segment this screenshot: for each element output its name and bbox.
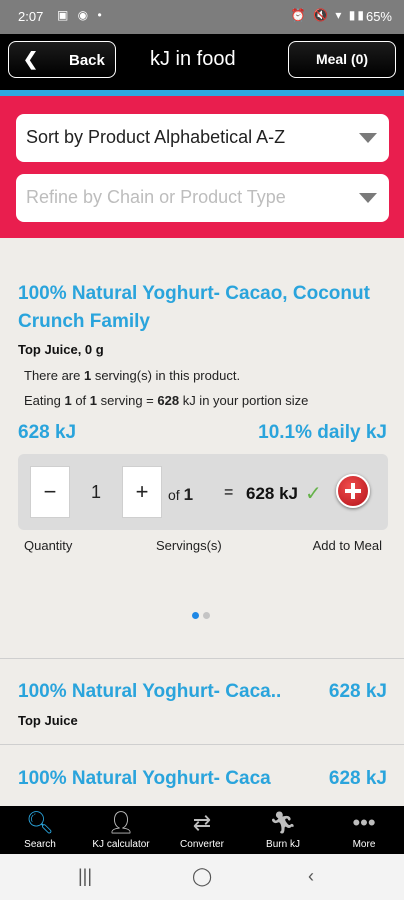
tab-label: Converter	[180, 839, 224, 850]
swap-icon: ⇄	[192, 810, 212, 835]
list-item-brand: Top Juice	[18, 713, 78, 728]
quantity-caption: Quantity	[24, 538, 73, 553]
of-value: 1	[183, 485, 194, 504]
recent-apps-icon[interactable]: |||	[78, 866, 92, 887]
tab-label: KJ calculator	[92, 839, 150, 850]
divider	[0, 744, 404, 745]
runner-icon: 🏃︎	[269, 810, 297, 835]
filter-panel: Sort by Product Alphabetical A-Z Refine …	[0, 96, 404, 238]
tab-burn-kj[interactable]: 🏃︎ Burn kJ	[243, 806, 323, 854]
tab-search[interactable]: 🔍︎ Search	[0, 806, 80, 854]
servings-total: of 1	[168, 485, 193, 505]
portion-info: Eating 1 of 1 serving = 628 kJ in your p…	[24, 393, 309, 408]
sort-value: Sort by Product Alphabetical A-Z	[26, 127, 286, 147]
signal-icons: ⏰ 🔇 ▾ ▮▮	[290, 8, 366, 22]
more-icon: •••	[352, 810, 376, 835]
decrement-button[interactable]: −	[30, 466, 70, 518]
add-to-meal-button[interactable]	[336, 474, 370, 508]
quantity-panel: − 1 + of 1 = 628 kJ ✓	[18, 454, 388, 530]
sort-dropdown[interactable]: Sort by Product Alphabetical A-Z	[16, 114, 389, 162]
dropdown-arrow-icon	[359, 133, 377, 143]
tab-label: Search	[24, 839, 56, 850]
product-title[interactable]: 100% Natural Yoghurt- Cacao, Coconut Cru…	[18, 280, 388, 336]
daily-percent: 10.1% daily kJ	[258, 422, 387, 443]
page-dot	[203, 612, 210, 619]
back-button[interactable]: ❮ Back	[8, 41, 116, 78]
back-label: Back	[69, 52, 105, 69]
refine-placeholder: Refine by Chain or Product Type	[26, 187, 286, 207]
checkmark-icon: ✓	[305, 483, 322, 505]
quantity-value[interactable]: 1	[70, 466, 122, 518]
list-item-title[interactable]: 100% Natural Yoghurt- Caca..	[18, 681, 281, 703]
app-header: ❮ Back kJ in food Meal (0)	[0, 34, 404, 96]
of-label: of	[168, 487, 180, 503]
list-item-title[interactable]: 100% Natural Yoghurt- Caca	[18, 768, 271, 790]
page-title: kJ in food	[150, 48, 236, 70]
status-time: 2:07	[18, 9, 44, 24]
tab-label: More	[352, 839, 376, 850]
tab-label: Burn kJ	[266, 839, 300, 850]
page-dot-active	[192, 612, 199, 619]
bottom-tab-bar: 🔍︎ Search 👤︎ KJ calculator ⇄ Converter 🏃…	[0, 806, 404, 854]
divider	[0, 658, 404, 659]
meal-button[interactable]: Meal (0)	[288, 41, 396, 78]
battery-level: 65%	[365, 9, 392, 24]
home-icon[interactable]: ◯	[192, 866, 212, 887]
equals-sign: =	[224, 484, 234, 501]
list-item-kj: 628 kJ	[328, 681, 387, 702]
dropdown-arrow-icon	[359, 193, 377, 203]
servings-caption: Servings(s)	[156, 538, 222, 553]
tab-more[interactable]: ••• More	[324, 806, 404, 854]
product-kj: 628 kJ	[18, 422, 77, 443]
status-bar: 2:07 ▣ ◉ • ⏰ 🔇 ▾ ▮▮ 65%	[0, 0, 404, 34]
system-nav-bar: ||| ◯ ‹	[0, 854, 404, 900]
person-icon: 👤︎	[107, 810, 135, 835]
search-icon: 🔍︎	[26, 810, 54, 835]
tab-converter[interactable]: ⇄ Converter	[162, 806, 242, 854]
servings-info: There are 1 serving(s) in this product.	[24, 368, 241, 383]
notification-icons: ▣ ◉ •	[57, 8, 105, 22]
page-indicator	[192, 606, 214, 624]
total-kj: 628 kJ	[246, 484, 298, 503]
product-brand: Top Juice, 0 g	[18, 342, 104, 357]
back-nav-icon[interactable]: ‹	[308, 866, 314, 887]
add-to-meal-caption: Add to Meal	[312, 538, 382, 553]
increment-button[interactable]: +	[122, 466, 162, 518]
tab-kj-calculator[interactable]: 👤︎ KJ calculator	[81, 806, 161, 854]
refine-dropdown[interactable]: Refine by Chain or Product Type	[16, 174, 389, 222]
list-item-kj: 628 kJ	[328, 768, 387, 789]
chevron-left-icon: ❮	[23, 49, 39, 69]
